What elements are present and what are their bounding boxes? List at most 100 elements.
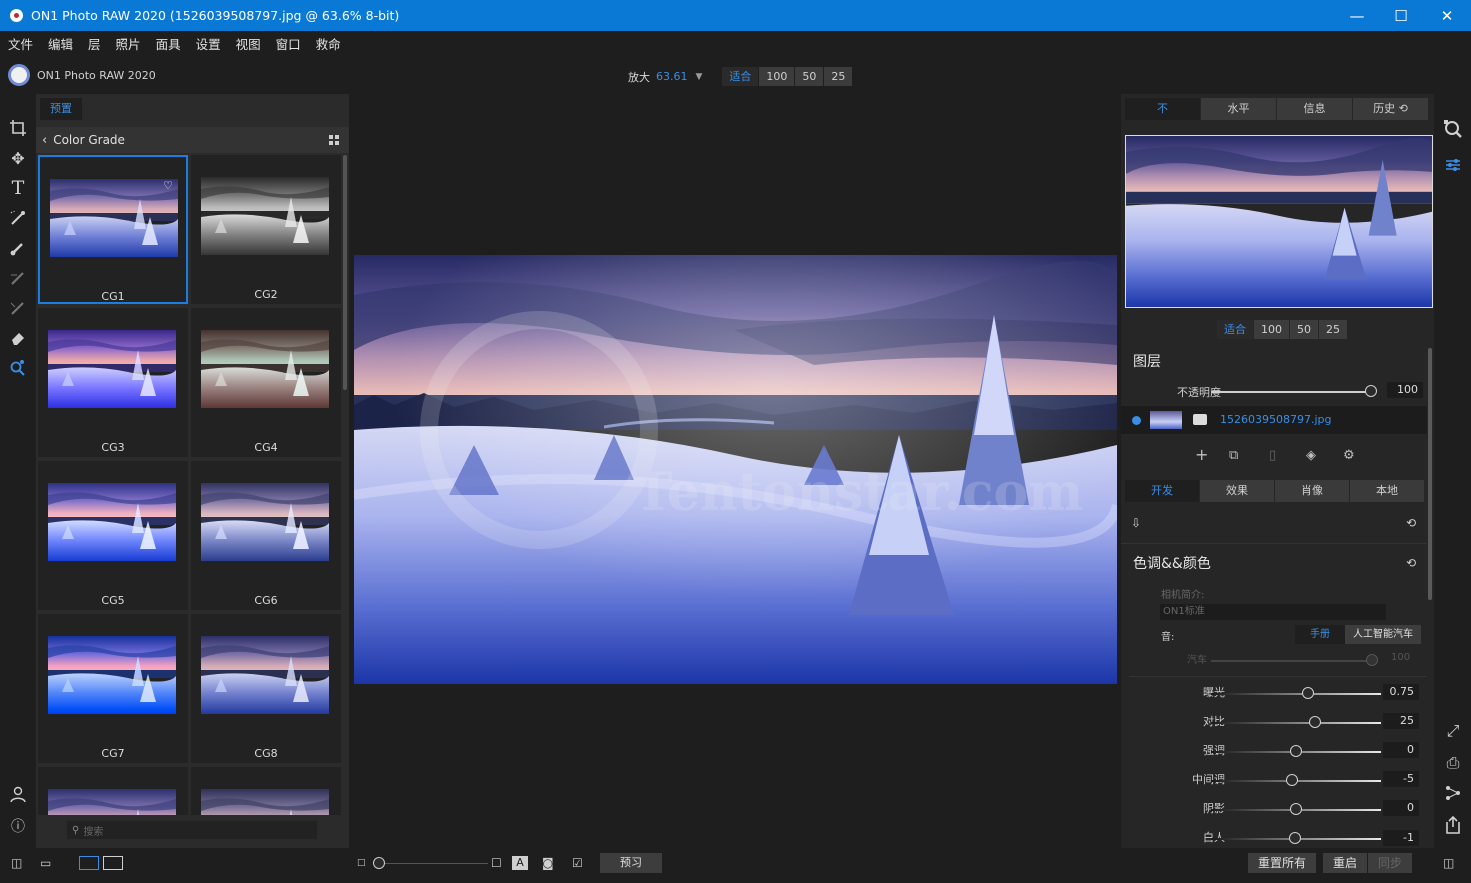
export-icon[interactable] [1440,812,1466,838]
right-panel-scrollbar[interactable] [1428,348,1432,600]
share-icon[interactable] [1440,780,1466,806]
compare-view-icon[interactable]: ▭ [40,856,51,870]
menu-help[interactable]: 救命 [316,34,341,53]
panel-toggle-right-icon[interactable]: ◫ [1443,856,1454,870]
tab-info[interactable]: 信息 [1277,98,1352,120]
zoom-50-button[interactable]: 50 [795,67,824,86]
reset-icon[interactable]: ⟲ [1406,516,1416,530]
tab-local[interactable]: 本地 [1350,480,1424,502]
auto-slider-knob[interactable] [1366,654,1378,666]
circle-mask-icon[interactable]: ◙ [542,856,554,870]
delete-layer-icon[interactable]: ▯ [1269,448,1276,463]
exposure-value[interactable]: 0.75 [1383,684,1419,700]
midtones-slider-knob[interactable] [1285,774,1298,786]
camera-profile-select[interactable]: ON1标准 [1160,604,1386,620]
menu-file[interactable]: 文件 [8,34,33,53]
contrast-slider[interactable] [1211,722,1381,724]
zoom-fit-button[interactable]: 适合 [722,67,759,86]
layer-name[interactable]: 1526039508797.jpg [1220,413,1332,426]
zoom-value[interactable]: 63.61 [656,70,688,83]
preview-button[interactable]: 预习 [600,853,662,873]
preset-cg8[interactable]: CG8 [191,614,341,763]
help-icon[interactable]: ⓘ [6,814,30,838]
exposure-slider-knob[interactable] [1301,687,1314,699]
masking-brush-icon[interactable] [6,236,30,260]
brand[interactable]: ON1 Photo RAW 2020 [8,64,156,86]
single-view-icon[interactable] [79,856,99,870]
layer-settings-gear-icon[interactable]: ⚙ [1343,448,1355,463]
nav-zoom-fit[interactable]: 适合 [1217,320,1253,339]
nav-zoom-50[interactable]: 50 [1290,320,1318,339]
menu-layer[interactable]: 层 [88,34,101,53]
zoom-25-button[interactable]: 25 [824,67,853,86]
tab-portrait[interactable]: 肖像 [1275,480,1349,502]
preset-cg4[interactable]: CG4 [191,308,341,457]
opacity-slider-knob[interactable] [1365,385,1377,397]
preset-cg7[interactable]: CG7 [38,614,188,763]
text-icon[interactable]: T [6,176,30,200]
preset-cg9[interactable] [38,767,188,815]
sync-button[interactable]: 同步 [1368,853,1413,873]
contrast-value[interactable]: 25 [1383,713,1419,729]
navigator-preview[interactable] [1125,135,1433,308]
menu-window[interactable]: 窗口 [276,34,301,53]
eraser-icon[interactable] [6,326,30,350]
zoom-100-button[interactable]: 100 [759,67,795,86]
menu-settings[interactable]: 设置 [196,34,221,53]
tone-ai-auto-button[interactable]: 人工智能汽车 [1345,625,1421,644]
preset-cg1[interactable]: ♡ CG1 [38,155,188,304]
reset-all-button[interactable]: 重置所有 [1248,853,1317,873]
whites-slider-knob[interactable] [1289,832,1302,844]
nav-zoom-25[interactable]: 25 [1319,320,1347,339]
preset-search-input[interactable]: ⚲ 搜索 [66,820,318,840]
exposure-slider[interactable] [1211,693,1381,695]
minimize-button[interactable]: — [1334,0,1380,31]
preset-cg10[interactable] [191,767,341,815]
presets-scrollbar[interactable] [343,155,347,390]
thumb-size-slider-knob[interactable] [373,857,385,869]
crop-icon[interactable] [6,116,30,140]
tab-navigator[interactable]: 不 [1125,98,1200,120]
preset-cg6[interactable]: CG6 [191,461,341,610]
refine-brush-icon[interactable] [6,296,30,320]
maximize-button[interactable]: ☐ [1378,0,1424,31]
preset-category-header[interactable]: ‹ Color Grade [36,127,349,153]
text-overlay-icon[interactable]: A [512,856,528,870]
mask-view-icon[interactable]: ☐ [491,856,502,870]
opacity-value[interactable]: 100 [1387,382,1423,398]
preset-cg3[interactable]: CG3 [38,308,188,457]
preset-cg5[interactable]: CG5 [38,461,188,610]
merge-layers-icon[interactable]: ◈ [1306,448,1316,463]
menu-edit[interactable]: 编辑 [48,34,73,53]
tab-develop[interactable]: 开发 [1125,480,1199,502]
browse-icon[interactable] [1440,116,1466,142]
highlights-value[interactable]: 0 [1383,742,1419,758]
tab-levels[interactable]: 水平 [1201,98,1276,120]
midtones-value[interactable]: -5 [1383,771,1419,787]
check-icon[interactable]: ☑ [572,856,583,870]
tone-reset-icon[interactable]: ⟲ [1406,556,1416,570]
highlights-slider-knob[interactable] [1290,745,1302,757]
thumb-size-slider[interactable] [380,863,488,864]
menu-mask[interactable]: 面具 [156,34,181,53]
tab-effects[interactable]: 效果 [1200,480,1274,502]
menu-photo[interactable]: 照片 [116,34,141,53]
preset-cg2[interactable]: CG2 [191,155,341,304]
tab-presets[interactable]: 预置 [40,98,82,120]
brush-icon[interactable] [6,206,30,230]
layer-mask-icon[interactable] [1193,414,1207,425]
resize-icon[interactable]: ⤢ [1440,718,1466,744]
retouch-icon[interactable] [6,356,30,380]
grid-view-icon[interactable] [329,135,339,145]
main-photo-canvas[interactable]: Tentonstar.com [354,255,1117,684]
chevron-down-icon[interactable]: ▼ [696,72,703,82]
close-button[interactable]: ✕ [1424,0,1470,31]
layer-visibility-icon[interactable] [1132,416,1141,425]
import-icon[interactable]: ⇩ [1131,516,1141,530]
layer-row[interactable]: 1526039508797.jpg [1121,406,1427,434]
split-view-icon[interactable] [103,856,123,870]
chevron-left-icon[interactable]: ‹ [42,133,47,148]
shadows-value[interactable]: 0 [1383,800,1419,816]
opacity-slider[interactable] [1211,391,1371,393]
shadows-slider-knob[interactable] [1290,803,1302,815]
